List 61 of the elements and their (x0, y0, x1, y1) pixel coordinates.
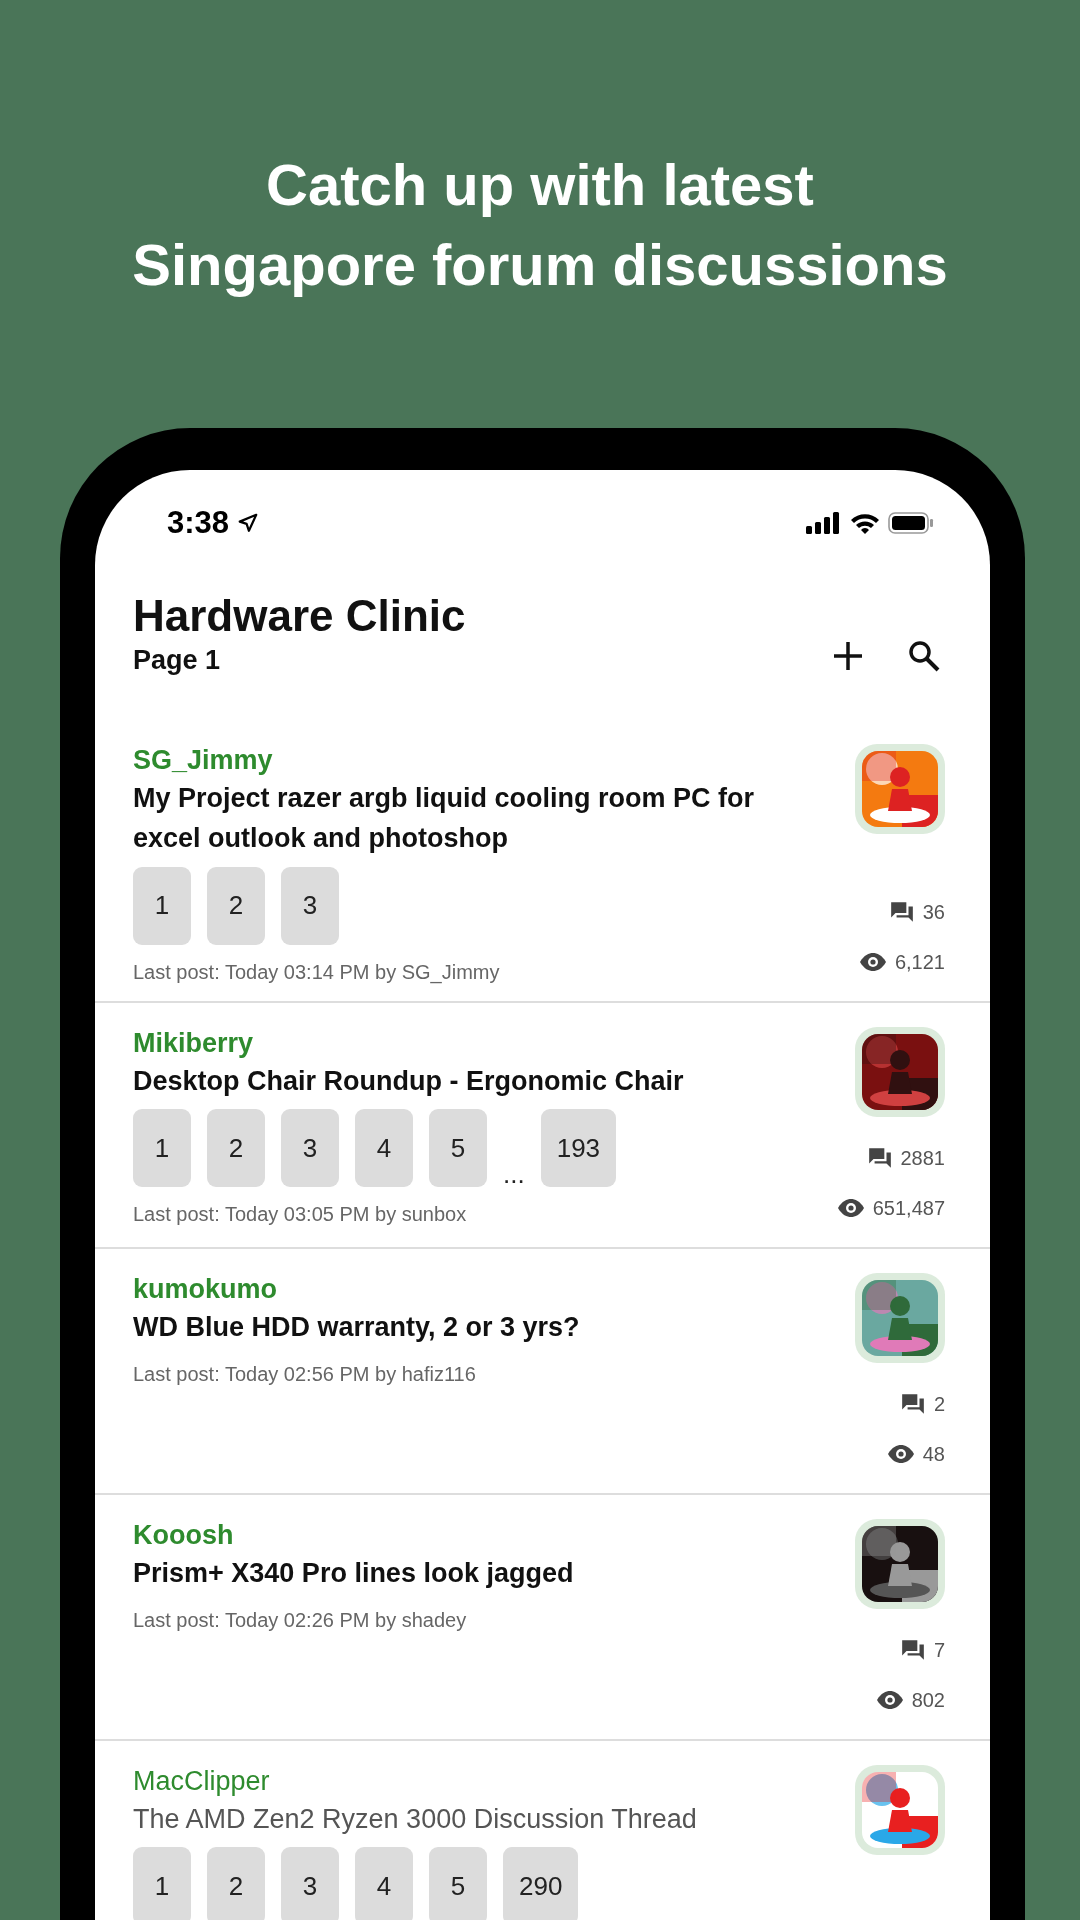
chat-bubbles-icon (888, 899, 915, 924)
thread-title: Desktop Chair Roundup - Ergonomic Chair (133, 1064, 685, 1098)
reply-count: 2881 (900, 1145, 945, 1171)
eye-icon (886, 1443, 915, 1464)
last-post-text: Last post: Today 02:56 PM by hafiz116 (133, 1362, 477, 1387)
thread-title: The AMD Zen2 Ryzen 3000 Discussion Thread (133, 1802, 698, 1836)
last-post-text: Last post: Today 03:14 PM by SG_Jimmy (133, 959, 501, 986)
page-button[interactable]: 1 (133, 866, 191, 945)
page-button[interactable]: 1 (133, 1847, 191, 1920)
eye-icon (858, 951, 887, 972)
page-button[interactable]: 5 (429, 1847, 487, 1920)
page-button[interactable]: 2 (207, 866, 265, 945)
reply-count: 7 (933, 1637, 945, 1663)
page-button[interactable]: 2 (207, 1109, 265, 1187)
thread-author: SG_Jimmy (133, 744, 274, 777)
page-button[interactable]: 3 (281, 866, 339, 945)
thread-title: My Project razer argb liquid cooling room PC for excel outlook and photoshop (133, 781, 756, 856)
battery-icon (888, 512, 934, 534)
chat-bubbles-icon (866, 1145, 893, 1170)
location-arrow-icon (237, 512, 260, 534)
status-time: 3:38 (167, 503, 230, 542)
page-button[interactable]: 193 (540, 1109, 617, 1187)
wifi-icon (850, 512, 880, 534)
search-icon (906, 638, 942, 674)
page-button[interactable]: 4 (355, 1109, 413, 1187)
page-button[interactable]: 3 (281, 1109, 339, 1187)
chat-bubbles-icon (899, 1637, 926, 1662)
page-gap: ... (503, 1161, 525, 1187)
forum-title: Hardware Clinic (133, 592, 466, 641)
thread-row[interactable]: MacClipper The AMD Zen2 Ryzen 3000 Discussion Thread 1 2 3 4 5 290 (95, 1740, 990, 1920)
thread-author: Mikiberry (133, 1026, 255, 1060)
thread-row[interactable]: kumokumo WD Blue HDD warranty, 2 or 3 yrs? Last post: Today 02:56 PM by hafiz116 2 48 (95, 1248, 990, 1495)
eye-icon (836, 1197, 865, 1218)
thread-row[interactable]: Kooosh Prism+ X340 Pro lines look jagged Last post: Today 02:26 PM by shadey 7 802 (95, 1494, 990, 1741)
view-count: 802 (911, 1687, 945, 1713)
thread-row[interactable]: Mikiberry Desktop Chair Roundup - Ergonomic Chair 1 2 3 4 5 ... 193 Last post: Today 03:05 PM by sunbox 2881 651,487 (95, 1002, 990, 1249)
page-button[interactable]: 2 (207, 1847, 265, 1920)
headline-text: Catch up with latest (266, 152, 814, 217)
page-button[interactable]: 290 (503, 1847, 579, 1920)
chat-bubbles-icon (899, 1391, 926, 1416)
thread-author: MacClipper (133, 1764, 271, 1798)
headline-text: Singapore forum discussions (132, 232, 948, 297)
view-count: 651,487 (872, 1195, 945, 1221)
view-count: 48 (922, 1441, 945, 1467)
thread-row[interactable]: SG_Jimmy My Project razer argb liquid cooling room PC for excel outlook and photoshop 1 2 3 Last post: Today 03:14 PM by SG_Jimmy 36 6,121 (95, 720, 990, 1003)
view-count: 6,121 (894, 949, 945, 975)
thread-title: WD Blue HDD warranty, 2 or 3 yrs? (133, 1310, 581, 1344)
page-button[interactable]: 1 (133, 1109, 191, 1187)
signal-icon (806, 512, 842, 534)
last-post-text: Last post: Today 03:05 PM by sunbox (133, 1202, 468, 1227)
reply-count: 2 (933, 1391, 945, 1417)
page-button[interactable]: 4 (355, 1847, 413, 1920)
thread-author: kumokumo (133, 1272, 279, 1306)
page-label: Page 1 (133, 644, 222, 678)
eye-icon (875, 1689, 904, 1710)
page-button[interactable]: 3 (281, 1847, 339, 1920)
thread-author: Kooosh (133, 1518, 235, 1552)
last-post-text: Last post: Today 02:26 PM by shadey (133, 1608, 468, 1633)
reply-count: 36 (922, 899, 945, 925)
thread-title: Prism+ X340 Pro lines look jagged (133, 1556, 575, 1590)
page-button[interactable]: 5 (429, 1109, 487, 1187)
